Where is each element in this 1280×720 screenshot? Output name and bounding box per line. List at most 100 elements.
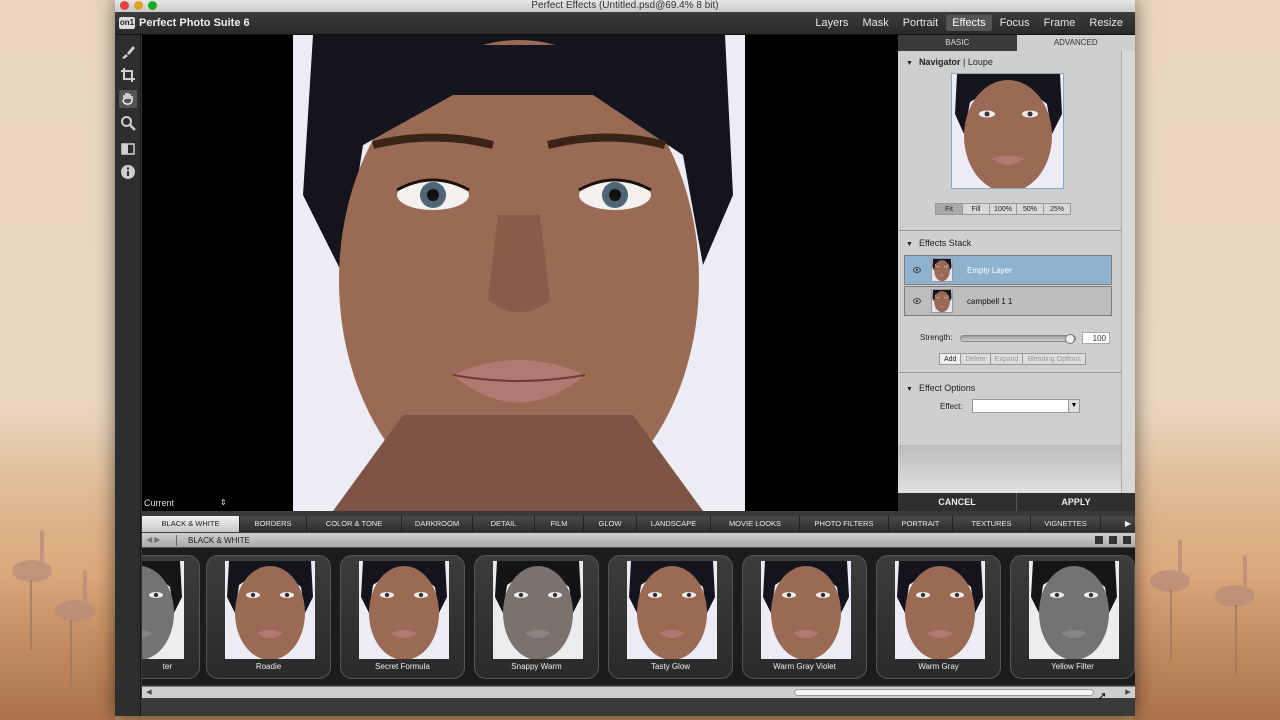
category-borders[interactable]: BORDERS	[240, 516, 307, 532]
layer-thumbnail	[931, 258, 953, 282]
chevron-right-icon[interactable]: ▶	[1123, 518, 1133, 530]
cancel-button[interactable]: CANCEL	[898, 493, 1016, 511]
preset-tile[interactable]: Warm Gray	[876, 555, 1001, 679]
large-view-icon[interactable]	[1123, 536, 1131, 544]
zoom-fill-button[interactable]: Fill	[962, 203, 990, 215]
category-vignettes[interactable]: VIGNETTES	[1031, 516, 1101, 532]
visibility-eye-icon[interactable]	[913, 267, 921, 273]
preset-thumbnail	[493, 561, 583, 659]
effects-stack-title: Effects Stack	[918, 238, 972, 248]
flamingo-decoration	[55, 570, 95, 622]
preset-tile[interactable]: ter	[142, 555, 200, 679]
effects-stack-section: ▼ Effects Stack Empty Layer campbell 1 1	[898, 231, 1121, 373]
zoom-window-button[interactable]	[148, 1, 157, 10]
tool-palette	[115, 35, 141, 716]
preset-tile[interactable]: Tasty Glow	[608, 555, 733, 679]
back-forward-icon[interactable]: ◀ ▶	[146, 535, 161, 544]
minimize-window-button[interactable]	[134, 1, 143, 10]
module-mask[interactable]: Mask	[856, 15, 894, 31]
layer-thumbnail	[931, 289, 953, 313]
effect-dropdown[interactable]: ▼	[972, 399, 1080, 413]
navigator-title[interactable]: Navigator	[919, 57, 961, 67]
tab-advanced[interactable]: ADVANCED	[1016, 35, 1135, 51]
module-effects[interactable]: Effects	[946, 15, 992, 31]
close-window-button[interactable]	[120, 1, 129, 10]
preset-filmstrip: ter Roadie Secret Formula Snappy Warm Ta…	[142, 548, 1135, 685]
zoom-100-button[interactable]: 100%	[989, 203, 1017, 215]
collapse-triangle-icon[interactable]: ▼	[906, 60, 913, 67]
preset-tile[interactable]: Secret Formula	[340, 555, 465, 679]
strength-slider-knob[interactable]	[1065, 334, 1075, 344]
delete-layer-button[interactable]: Delete	[960, 353, 991, 365]
panel-scrollbar[interactable]	[1121, 51, 1135, 493]
brush-icon[interactable]	[119, 43, 137, 61]
image-canvas[interactable]: Current ⇕	[142, 35, 898, 511]
strength-slider[interactable]	[960, 334, 1076, 344]
preset-label: Tasty Glow	[650, 662, 691, 671]
layer-name: Empty Layer	[967, 265, 1012, 275]
loupe-tab[interactable]: Loupe	[968, 57, 993, 67]
preset-tile[interactable]: Yellow Filter	[1010, 555, 1135, 679]
hand-icon[interactable]	[119, 90, 137, 108]
preset-label: Warm Gray Violet	[773, 662, 836, 671]
zoom-25-button[interactable]: 25%	[1043, 203, 1071, 215]
category-photo-filters[interactable]: PHOTO FILTERS	[800, 516, 889, 532]
module-layers[interactable]: Layers	[809, 15, 854, 31]
category-movie-looks[interactable]: MOVIE LOOKS	[711, 516, 800, 532]
info-icon[interactable]	[119, 163, 137, 181]
grid-view-icon[interactable]	[1109, 536, 1117, 544]
zoom-icon[interactable]	[119, 114, 137, 132]
effect-options-title: Effect Options	[918, 383, 976, 393]
preset-thumbnail	[225, 561, 315, 659]
module-resize[interactable]: Resize	[1083, 15, 1129, 31]
visibility-eye-icon[interactable]	[913, 298, 921, 304]
collapse-triangle-icon[interactable]: ▼	[906, 241, 913, 248]
tab-basic[interactable]: BASIC	[898, 35, 1017, 51]
category-portrait[interactable]: PORTRAIT	[889, 516, 953, 532]
filmstrip-scrollbar[interactable]: ◀ ▶	[142, 686, 1135, 698]
category-detail[interactable]: DETAIL	[473, 516, 535, 532]
zoom-fit-button[interactable]: Fit	[935, 203, 963, 215]
module-tabs: Layers Mask Portrait Effects Focus Frame…	[809, 15, 1129, 31]
collapse-triangle-icon[interactable]: ▼	[906, 386, 913, 393]
preset-label: Roadie	[255, 662, 282, 671]
preset-label: Yellow Filter	[1051, 662, 1094, 671]
category-color-tone[interactable]: COLOR & TONE	[307, 516, 402, 532]
compare-icon[interactable]	[119, 140, 137, 158]
category-darkroom[interactable]: DARKROOM	[402, 516, 473, 532]
flamingo-decoration	[1150, 540, 1190, 592]
list-view-icon[interactable]	[1095, 536, 1103, 544]
layer-row-selected[interactable]: Empty Layer	[904, 255, 1112, 285]
add-layer-button[interactable]: Add	[939, 353, 962, 365]
scroll-right-icon[interactable]: ▶	[1123, 688, 1133, 697]
category-tabs: BLACK & WHITE BORDERS COLOR & TONE DARKR…	[142, 516, 1135, 532]
expand-button[interactable]: Expand	[989, 353, 1024, 365]
category-glow[interactable]: GLOW	[584, 516, 637, 532]
preset-label: ter	[162, 662, 172, 671]
preview-mode-select[interactable]: Current ⇕	[144, 498, 234, 508]
blending-options-button[interactable]: Blending Options	[1022, 353, 1086, 365]
scroll-left-icon[interactable]: ◀	[144, 688, 154, 697]
category-film[interactable]: FILM	[535, 516, 584, 532]
layer-name: campbell 1 1	[967, 296, 1013, 306]
category-black-white[interactable]: BLACK & WHITE	[142, 516, 240, 532]
preset-tile[interactable]: Warm Gray Violet	[742, 555, 867, 679]
preset-tile[interactable]: Snappy Warm	[474, 555, 599, 679]
category-textures[interactable]: TEXTURES	[953, 516, 1031, 532]
navigator-thumbnail[interactable]	[951, 73, 1064, 189]
preset-thumbnail	[627, 561, 717, 659]
scrollbar-thumb[interactable]	[794, 689, 1094, 696]
category-landscape[interactable]: LANDSCAPE	[637, 516, 711, 532]
zoom-50-button[interactable]: 50%	[1016, 203, 1044, 215]
crop-icon[interactable]	[119, 66, 137, 84]
module-frame[interactable]: Frame	[1038, 15, 1082, 31]
layer-row[interactable]: campbell 1 1	[904, 286, 1112, 316]
preset-tile[interactable]: Roadie	[206, 555, 331, 679]
module-focus[interactable]: Focus	[994, 15, 1036, 31]
app-name: Perfect Photo Suite 6	[139, 17, 250, 29]
panel-footer	[898, 445, 1121, 493]
strength-value-field[interactable]: 100	[1082, 332, 1110, 344]
desktop-wallpaper-right	[1133, 420, 1280, 720]
module-portrait[interactable]: Portrait	[897, 15, 944, 31]
apply-button[interactable]: APPLY	[1016, 493, 1135, 511]
